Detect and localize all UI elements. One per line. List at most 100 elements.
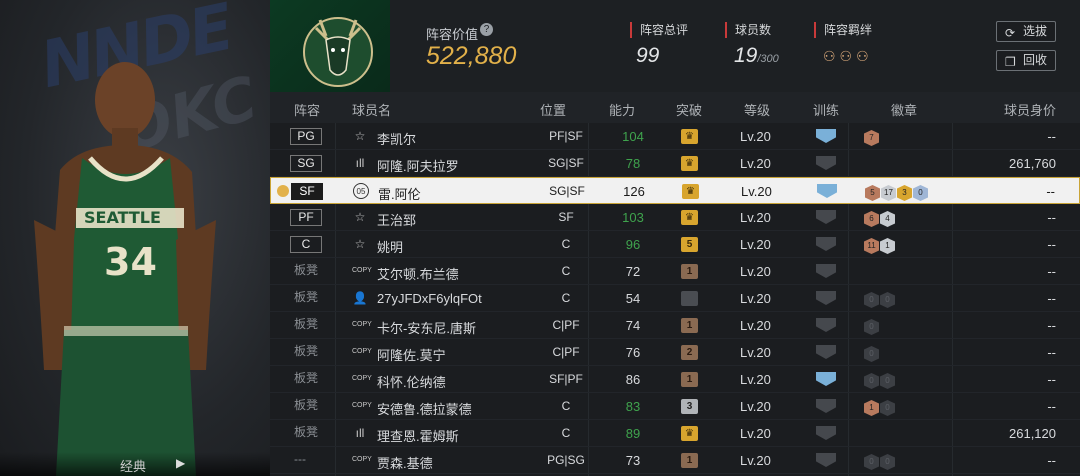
col-position[interactable]: 位置 <box>540 100 566 119</box>
copy-icon: COPY <box>352 456 372 463</box>
training-shield-icon[interactable] <box>816 453 836 467</box>
player-level: Lv.20 <box>740 318 771 333</box>
table-row[interactable]: 板凳 COPY 艾尔顿.布兰德 C 72 1 Lv.20 -- <box>270 258 1080 285</box>
recycle-button[interactable]: ❐ 回收 <box>996 50 1056 71</box>
slot-label[interactable]: PG <box>290 128 322 145</box>
training-shield-icon[interactable] <box>816 210 836 224</box>
player-level: Lv.20 <box>740 210 771 225</box>
training-shield-icon[interactable] <box>816 156 836 170</box>
table-row[interactable]: 板凳 COPY 安德鲁.德拉蒙德 C 83 3 Lv.20 1 0 -- <box>270 393 1080 420</box>
badge-list: 00 <box>864 371 896 389</box>
refresh-icon: ⟳ <box>1005 26 1016 40</box>
breakthrough-icon: ♛ <box>681 426 698 441</box>
player-value: -- <box>1047 318 1056 333</box>
player-level: Lv.20 <box>740 426 771 441</box>
help-icon[interactable]: ? <box>480 23 493 36</box>
table-row[interactable]: SG ıll 阿隆.阿夫拉罗 SG|SF 78 ♛ Lv.20 261,760 <box>270 150 1080 177</box>
player-value: -- <box>1046 184 1055 199</box>
player-name[interactable]: 阿隆佐.莫宁 <box>377 345 446 364</box>
signal-icon: ıll <box>355 426 365 440</box>
player-name[interactable]: 王治郅 <box>377 210 416 229</box>
player-name[interactable]: 安德鲁.德拉蒙德 <box>377 399 472 418</box>
player-level: Lv.20 <box>740 372 771 387</box>
training-shield-icon[interactable] <box>817 184 837 198</box>
col-level[interactable]: 等级 <box>744 100 770 119</box>
slot-label[interactable]: C <box>290 236 322 253</box>
player-name[interactable]: 姚明 <box>377 237 403 256</box>
breakthrough-icon <box>681 291 698 306</box>
table-row[interactable]: --- COPY 贾森.基德 PG|SG 73 1 Lv.20 0 0 -- <box>270 447 1080 474</box>
training-shield-icon[interactable] <box>816 345 836 359</box>
player-name[interactable]: 贾森.基德 <box>377 453 433 472</box>
table-row[interactable]: 板凳 ıll 理查恩.霍姆斯 C 89 ♛ Lv.20 261,120 <box>270 420 1080 447</box>
slot-label[interactable]: 板凳 <box>294 263 318 280</box>
slot-label[interactable]: 板凳 <box>294 425 318 442</box>
training-shield-icon[interactable] <box>816 264 836 278</box>
training-shield-icon[interactable] <box>816 426 836 440</box>
col-name[interactable]: 球员名 <box>352 100 391 119</box>
slot-label[interactable]: 板凳 <box>294 371 318 388</box>
col-badges[interactable]: 徽章 <box>891 100 917 119</box>
training-shield-icon[interactable] <box>816 291 836 305</box>
col-breakthrough[interactable]: 突破 <box>676 100 702 119</box>
col-lineup[interactable]: 阵容 <box>294 100 320 119</box>
badge-list: 00 <box>864 452 896 470</box>
player-ability: 86 <box>625 372 641 387</box>
table-row[interactable]: 板凳 COPY 阿隆佐.莫宁 C|PF 76 2 Lv.20 0 -- <box>270 339 1080 366</box>
table-row[interactable]: C ☆ 姚明 C 96 5 Lv.20 11 1 -- <box>270 231 1080 258</box>
user-icon: 👤 <box>352 291 368 305</box>
badge-icon: 1 <box>864 400 879 416</box>
star-icon: ☆ <box>354 129 366 143</box>
player-position: C <box>561 291 571 305</box>
table-row[interactable]: 板凳 COPY 科怀.伦纳德 SF|PF 86 1 Lv.20 0 0 -- <box>270 366 1080 393</box>
slot-label[interactable]: 板凳 <box>294 398 318 415</box>
training-shield-icon[interactable] <box>816 399 836 413</box>
badge-list: 00 <box>864 290 896 308</box>
badge-icon: 0 <box>880 292 895 308</box>
player-name[interactable]: 艾尔顿.布兰德 <box>377 264 459 283</box>
col-ability[interactable]: 能力 <box>609 100 635 119</box>
slot-label[interactable]: SG <box>290 155 322 172</box>
slot-label[interactable]: 板凳 <box>294 290 318 307</box>
training-shield-icon[interactable] <box>816 372 836 386</box>
badge-list: 7 <box>864 128 880 146</box>
col-training[interactable]: 训练 <box>813 100 839 119</box>
slot-label[interactable]: --- <box>294 452 306 469</box>
slot-label[interactable]: SF <box>291 183 323 200</box>
table-row[interactable]: PF ☆ 王治郅 SF 103 ♛ Lv.20 6 4 -- <box>270 204 1080 231</box>
table-row[interactable]: 板凳 👤 27yJFDxF6ylqFOt C 54 Lv.20 0 0 -- <box>270 285 1080 312</box>
player-level: Lv.20 <box>740 264 771 279</box>
table-row[interactable]: PG ☆ 李凯尔 PF|SF 104 ♛ Lv.20 7 -- <box>270 123 1080 150</box>
player-count-label: 球员数 <box>725 22 771 38</box>
player-name[interactable]: 27yJFDxF6ylqFOt <box>377 291 482 306</box>
player-ability: 89 <box>625 426 641 441</box>
player-name[interactable]: 李凯尔 <box>377 129 416 148</box>
col-value[interactable]: 球员身价 <box>1004 100 1056 119</box>
player-name[interactable]: 卡尔-安东尼.唐斯 <box>377 318 476 337</box>
player-value: -- <box>1047 399 1056 414</box>
select-button[interactable]: ⟳ 选拔 <box>996 21 1056 42</box>
training-shield-icon[interactable] <box>816 129 836 143</box>
player-name[interactable]: 阿隆.阿夫拉罗 <box>377 156 459 175</box>
slot-label[interactable]: 板凳 <box>294 344 318 361</box>
player-name[interactable]: 理查恩.霍姆斯 <box>377 426 459 445</box>
player-name[interactable]: 雷.阿伦 <box>378 184 421 203</box>
training-shield-icon[interactable] <box>816 237 836 251</box>
next-card-arrow-icon[interactable]: ▶ <box>176 456 185 470</box>
lineup-rating: 99 <box>636 44 660 67</box>
player-position: C|PF <box>552 318 580 332</box>
slot-label[interactable]: 板凳 <box>294 317 318 334</box>
training-shield-icon[interactable] <box>816 318 836 332</box>
player-level: Lv.20 <box>740 345 771 360</box>
breakthrough-icon: ♛ <box>681 156 698 171</box>
player-name[interactable]: 科怀.伦纳德 <box>377 372 446 391</box>
table-row[interactable]: 板凳 COPY 卡尔-安东尼.唐斯 C|PF 74 1 Lv.20 0 -- <box>270 312 1080 339</box>
bond-icons[interactable]: ⚇⚇⚇ <box>823 48 873 65</box>
slot-label[interactable]: PF <box>290 209 322 226</box>
breakthrough-icon: ♛ <box>682 184 699 199</box>
player-position: PG|SG <box>547 453 585 467</box>
breakthrough-icon: 3 <box>681 399 698 414</box>
player-position: C <box>561 399 571 413</box>
recycle-icon: ❐ <box>1005 55 1016 69</box>
table-row[interactable]: SF 05 雷.阿伦 SG|SF 126 ♛ Lv.20 5 17 3 0 -- <box>270 177 1080 204</box>
